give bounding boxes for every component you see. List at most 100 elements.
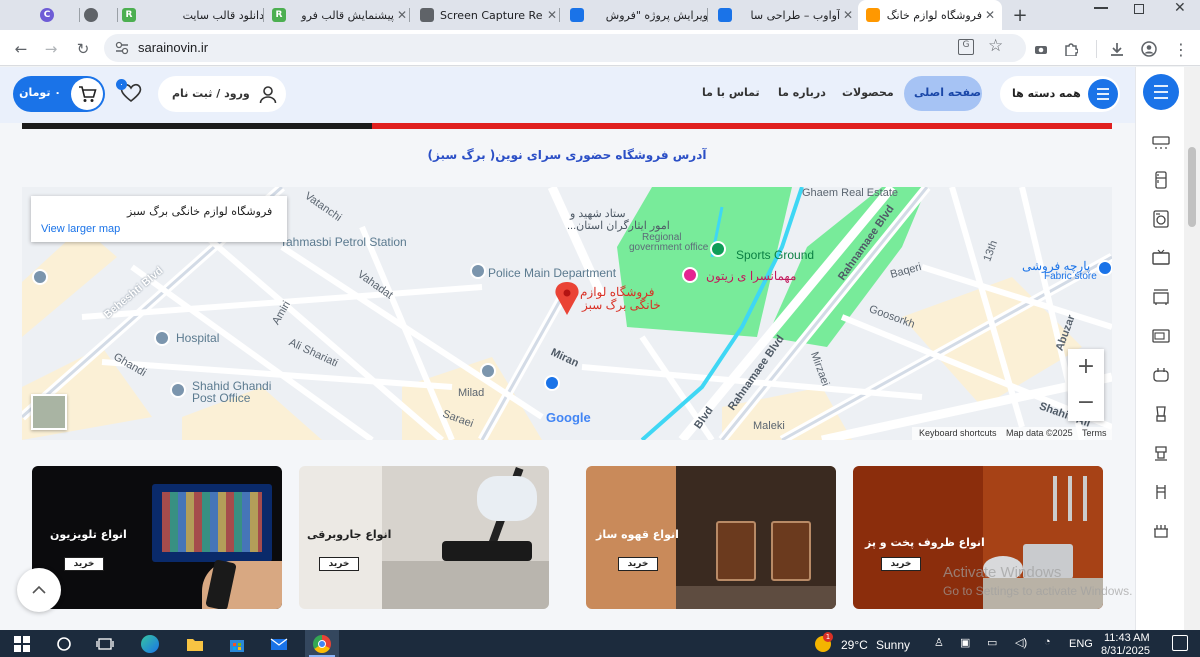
store-icon[interactable] bbox=[228, 635, 246, 653]
close-icon[interactable]: ✕ bbox=[394, 8, 410, 22]
tab-title: پیشنمایش قالب فرو bbox=[301, 8, 394, 22]
nav-about[interactable]: درباره ما bbox=[778, 86, 826, 99]
new-tab-button[interactable]: + bbox=[1010, 0, 1030, 30]
all-categories-button[interactable]: همه دسته ها bbox=[1000, 76, 1120, 112]
weather-text[interactable]: Sunny bbox=[876, 638, 910, 652]
chrome-taskbar-button[interactable] bbox=[305, 630, 339, 657]
bank-icon[interactable] bbox=[32, 269, 48, 285]
terms-link[interactable]: Terms bbox=[1082, 428, 1107, 438]
tab-1[interactable]: C bbox=[40, 0, 80, 30]
weather-icon[interactable]: 1 bbox=[815, 632, 833, 652]
window-close-icon[interactable]: ✕ bbox=[1174, 0, 1186, 16]
people-icon[interactable]: ♙ bbox=[934, 636, 944, 649]
category-card-tv[interactable]: انواع تلویزیون خرید bbox=[32, 466, 282, 609]
notifications-icon[interactable] bbox=[1172, 635, 1188, 651]
keyboard-shortcuts-link[interactable]: Keyboard shortcuts bbox=[919, 428, 997, 438]
post-office-icon[interactable] bbox=[170, 382, 186, 398]
weather-temp[interactable]: 29°C bbox=[841, 638, 868, 652]
address-bar[interactable]: sarainovin.ir G ☆ bbox=[104, 34, 1026, 62]
zoom-in-button[interactable]: + bbox=[1068, 349, 1104, 385]
buy-button[interactable]: خرید bbox=[618, 557, 658, 571]
blender-icon[interactable] bbox=[1152, 405, 1170, 423]
category-card-coffee[interactable]: انواع قهوه ساز خرید bbox=[586, 466, 836, 609]
wifi-icon[interactable]: ◔ bbox=[1044, 636, 1051, 648]
category-card-vacuum[interactable]: انواع جاروبرقی خرید bbox=[299, 466, 549, 609]
zoom-out-button[interactable]: − bbox=[1068, 385, 1104, 421]
clock-time[interactable]: 11:43 AM bbox=[1104, 632, 1150, 644]
wishlist-icon[interactable]: ۰ bbox=[116, 79, 144, 107]
tab-5[interactable]: Screen Capture Re ✕ bbox=[420, 0, 560, 30]
tv-icon[interactable] bbox=[1152, 249, 1170, 267]
nav-products[interactable]: محصولات bbox=[842, 86, 894, 99]
cart-button[interactable]: ۰ تومان bbox=[13, 76, 105, 112]
extensions-puzzle-icon[interactable] bbox=[1060, 38, 1082, 60]
menu-kebab-icon[interactable]: ⋮ bbox=[1170, 38, 1192, 60]
map-info-title: فروشگاه لوازم خانگی برگ سبز bbox=[127, 205, 273, 218]
lock-shop-icon[interactable] bbox=[544, 375, 560, 391]
forward-icon[interactable]: → bbox=[40, 38, 62, 60]
bookmark-star-icon[interactable]: ☆ bbox=[988, 36, 1003, 56]
bank-icon[interactable] bbox=[480, 363, 496, 379]
satellite-layer-button[interactable] bbox=[31, 394, 67, 430]
page-scrollbar[interactable] bbox=[1184, 67, 1200, 630]
card-title: انواع ظروف پخت و پز bbox=[865, 536, 985, 549]
profile-icon[interactable] bbox=[1138, 38, 1160, 60]
air-conditioner-icon[interactable] bbox=[1152, 133, 1170, 151]
task-view-icon[interactable] bbox=[96, 635, 114, 653]
stove-icon[interactable] bbox=[1152, 288, 1170, 306]
toaster-icon[interactable] bbox=[1152, 366, 1170, 384]
camera-extension-icon[interactable] bbox=[1030, 38, 1052, 60]
reload-icon[interactable]: ↻ bbox=[72, 38, 94, 60]
refrigerator-icon[interactable] bbox=[1152, 171, 1170, 189]
grill-icon[interactable] bbox=[1152, 522, 1170, 540]
tab-6[interactable]: ویرایش پروژه "فروش bbox=[570, 0, 708, 30]
police-icon[interactable] bbox=[470, 263, 486, 279]
edge-icon[interactable] bbox=[141, 635, 159, 653]
back-to-top-button[interactable] bbox=[17, 568, 61, 612]
sports-icon[interactable] bbox=[710, 241, 726, 257]
site-info-icon[interactable] bbox=[114, 41, 130, 55]
clock-date[interactable]: 8/31/2025 bbox=[1101, 645, 1150, 657]
restore-icon[interactable] bbox=[1134, 4, 1144, 14]
back-icon[interactable]: ← bbox=[10, 38, 32, 60]
scrollbar-thumb[interactable] bbox=[1188, 147, 1196, 227]
microwave-icon[interactable] bbox=[1152, 327, 1170, 345]
washing-machine-icon[interactable] bbox=[1152, 210, 1170, 228]
meet-now-icon[interactable]: ▣ bbox=[960, 636, 970, 649]
view-larger-map-link[interactable]: View larger map bbox=[41, 223, 120, 235]
tab-7[interactable]: آواوب – طراحی سا ✕ bbox=[718, 0, 856, 30]
file-explorer-icon[interactable] bbox=[186, 635, 204, 653]
hotel-icon[interactable] bbox=[682, 267, 698, 283]
juicer-icon[interactable] bbox=[1152, 444, 1170, 462]
mail-icon[interactable] bbox=[270, 635, 288, 653]
close-icon[interactable]: ✕ bbox=[982, 8, 998, 22]
close-icon[interactable]: ✕ bbox=[544, 8, 560, 22]
nav-contact[interactable]: تماس با ما bbox=[702, 86, 760, 99]
minimize-icon[interactable] bbox=[1094, 7, 1108, 9]
tab-active[interactable]: فروشگاه لوازم خانگ ✕ bbox=[858, 0, 1002, 30]
tab-2[interactable] bbox=[84, 0, 118, 30]
buy-button[interactable]: خرید bbox=[319, 557, 359, 571]
windows-start-icon[interactable] bbox=[13, 635, 31, 653]
translate-icon[interactable]: G bbox=[958, 39, 974, 55]
close-icon[interactable]: ✕ bbox=[840, 8, 856, 22]
volume-icon[interactable]: ◁) bbox=[1015, 636, 1027, 649]
chair-icon[interactable] bbox=[1152, 483, 1170, 501]
input-language[interactable]: ENG bbox=[1069, 638, 1093, 650]
buy-button[interactable]: خرید bbox=[64, 557, 104, 571]
map-poi-label: Police Main Department bbox=[488, 266, 617, 280]
hospital-icon[interactable] bbox=[154, 330, 170, 346]
category-menu-button[interactable] bbox=[1143, 74, 1179, 110]
tab-4[interactable]: R پیشنمایش قالب فرو ✕ bbox=[272, 0, 410, 30]
buy-button[interactable]: خرید bbox=[881, 557, 921, 571]
tab-3[interactable]: R دانلود قالب سایت bbox=[122, 0, 264, 30]
google-map[interactable]: Vatanchi Tahmasbi Petrol Station Behesht… bbox=[22, 187, 1112, 440]
nav-home[interactable]: صفحه اصلی bbox=[904, 76, 982, 111]
battery-icon[interactable]: ▭ bbox=[987, 636, 997, 649]
shop-icon[interactable] bbox=[1097, 260, 1112, 276]
login-button[interactable]: ورود / ثبت نام bbox=[158, 76, 286, 112]
vacuum-image bbox=[382, 466, 549, 609]
map-poi-label: Hospital bbox=[176, 331, 220, 345]
download-icon[interactable] bbox=[1106, 38, 1128, 60]
search-icon[interactable] bbox=[55, 635, 73, 653]
